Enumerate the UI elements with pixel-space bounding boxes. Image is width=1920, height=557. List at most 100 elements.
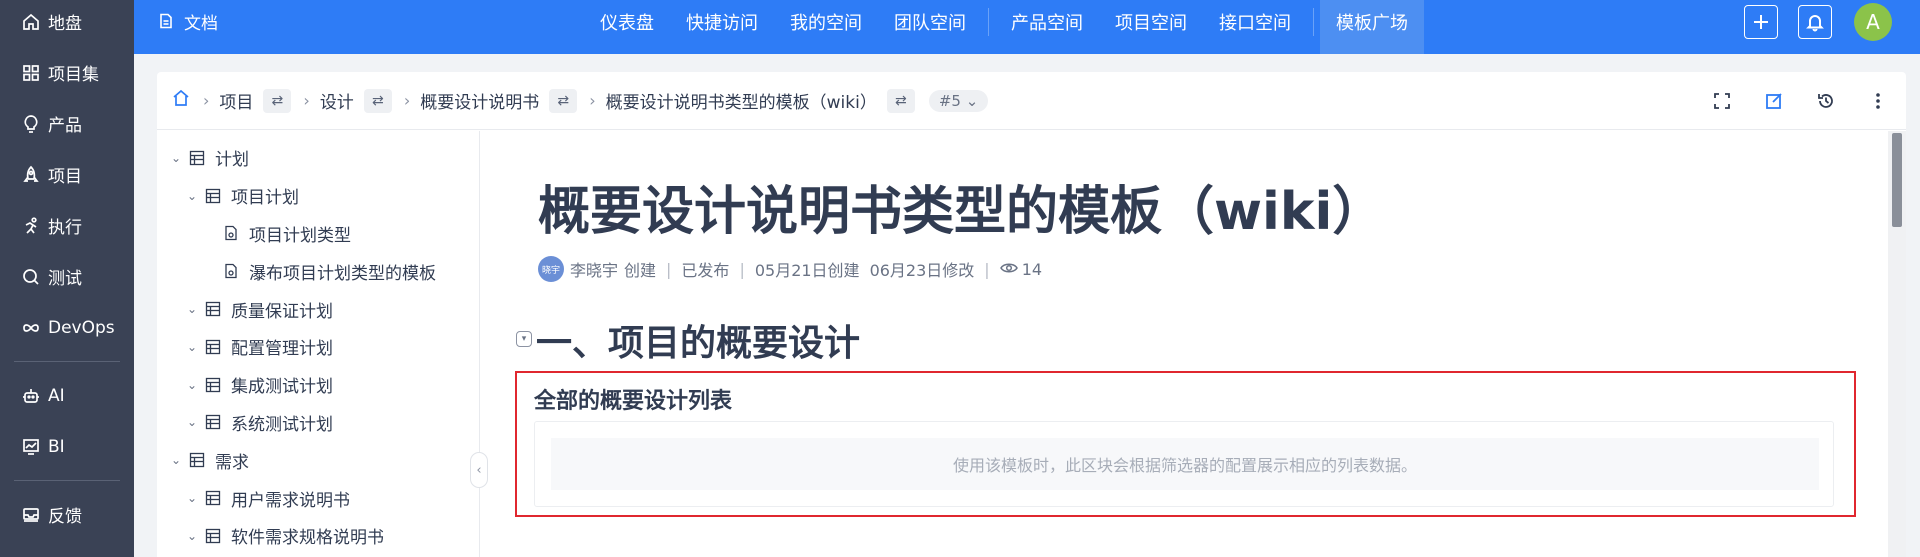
plus-icon [1754, 15, 1768, 29]
home-icon[interactable] [171, 88, 191, 113]
tab-quick-access[interactable]: 快捷访问 [670, 0, 774, 54]
tree-node[interactable]: ⌄ 用户需求说明书 [157, 479, 479, 517]
tree-node[interactable]: ⌄ 质量保证计划 [157, 290, 479, 328]
document-actions [1690, 72, 1906, 130]
tree-node[interactable]: ⌄ 计划 [157, 139, 479, 177]
nav-item-ai[interactable]: AI [0, 370, 134, 421]
switch-icon[interactable]: ⇄ [549, 88, 578, 113]
tab-project-space[interactable]: 项目空间 [1099, 0, 1203, 54]
document-icon [160, 13, 172, 29]
nav-item-product[interactable]: 产品 [0, 98, 134, 149]
chevron-down-icon[interactable]: ⌄ [185, 302, 199, 316]
chevron-down-icon[interactable]: ⌄ [185, 415, 199, 429]
table-icon [189, 150, 205, 166]
tab-my-space[interactable]: 我的空间 [774, 0, 878, 54]
chevron-down-icon[interactable]: ⌄ [185, 378, 199, 392]
breadcrumb-item[interactable]: 项目 [219, 88, 253, 113]
tree-node[interactable]: ⌄ 软件需求规格说明书 [157, 517, 479, 555]
infinity-icon [20, 317, 42, 339]
notifications-button[interactable] [1798, 5, 1832, 39]
author-avatar[interactable]: 晓宇 [538, 256, 564, 282]
nav-item-bi[interactable]: BI [0, 421, 134, 472]
tab-label: 仪表盘 [600, 13, 654, 34]
chevron-down-icon[interactable]: ⌄ [185, 340, 199, 354]
chevron-down-icon[interactable]: ⌄ [185, 189, 199, 203]
nav-label: 项目集 [48, 65, 99, 85]
switch-icon[interactable]: ⇄ [886, 88, 915, 113]
tab-label: 我的空间 [790, 13, 862, 34]
edit-icon [1766, 93, 1782, 109]
vertical-scrollbar[interactable] [1888, 131, 1906, 557]
tab-template-plaza[interactable]: 模板广场 [1320, 0, 1424, 54]
history-button[interactable] [1806, 81, 1846, 121]
nav-item-test[interactable]: 测试 [0, 251, 134, 302]
meta-divider: | [666, 259, 672, 279]
version-selector[interactable]: #5 ⌄ [928, 89, 989, 112]
chevron-right-icon: › [589, 91, 596, 110]
chevron-down-icon[interactable]: ⌄ [169, 453, 183, 467]
scrollbar-thumb[interactable] [1892, 133, 1902, 227]
table-icon [205, 528, 221, 544]
search-icon [20, 266, 42, 288]
chevron-right-icon: › [403, 91, 411, 110]
tree-label: 软件需求规格说明书 [231, 528, 384, 549]
nav-item-feedback[interactable]: 反馈 [0, 489, 134, 540]
feedback-icon [20, 504, 42, 526]
create-button[interactable] [1744, 5, 1778, 39]
nav-item-execution[interactable]: 执行 [0, 200, 134, 251]
nav-item-project[interactable]: 项目 [0, 149, 134, 200]
table-icon [205, 301, 221, 317]
tree-node[interactable]: 项目计划类型 [157, 215, 479, 253]
tab-team-space[interactable]: 团队空间 [878, 0, 982, 54]
modified-date: 06月23日修改 [869, 261, 975, 280]
document-panel: › 项目 ⇄ › 设计 ⇄ › 概要设计说明书 ⇄ › 概要设计说明书类型的模板… [157, 72, 1906, 557]
tree-node[interactable]: ⌄ 配置管理计划 [157, 328, 479, 366]
table-icon [205, 339, 221, 355]
nav-label: 反馈 [48, 507, 82, 527]
table-icon [205, 414, 221, 430]
nav-item-dashboard[interactable]: 地盘 [0, 0, 134, 47]
nav-item-program[interactable]: 项目集 [0, 47, 134, 98]
chevron-down-icon[interactable]: ⌄ [185, 529, 199, 543]
collapse-section-toggle[interactable]: ▾ [516, 331, 532, 347]
nav-divider [14, 480, 120, 481]
meta-divider: | [984, 259, 990, 279]
tree-node[interactable]: 瀑布项目计划类型的模板 [157, 252, 479, 290]
breadcrumb-item[interactable]: 设计 [320, 88, 354, 113]
nav-label: 地盘 [48, 14, 82, 34]
breadcrumb-item[interactable]: 概要设计说明书类型的模板（wiki） [606, 88, 877, 113]
status-label: 已发布 [681, 261, 730, 280]
tab-product-space[interactable]: 产品空间 [995, 0, 1099, 54]
switch-icon[interactable]: ⇄ [263, 88, 292, 113]
nav-item-devops[interactable]: DevOps [0, 302, 134, 353]
user-avatar[interactable]: A [1854, 3, 1892, 41]
block-body: 使用该模板时，此区块会根据筛选器的配置展示相应的列表数据。 [534, 421, 1834, 507]
left-navigation: 地盘 项目集 产品 项目 执行 测试 DevOps AI BI 反馈 [0, 0, 134, 557]
chevron-down-icon[interactable]: ⌄ [185, 491, 199, 505]
author-name[interactable]: 李晓宇 [570, 257, 618, 281]
tab-dashboard[interactable]: 仪表盘 [584, 0, 670, 54]
tree-node[interactable]: ⌄ 集成测试计划 [157, 366, 479, 404]
tree-node[interactable]: ⌄ 项目计划 [157, 177, 479, 215]
nav-divider [988, 8, 989, 36]
document-content: 概要设计说明书类型的模板（wiki） 晓宇 李晓宇 创建 | 已发布 | 05月… [481, 131, 1882, 557]
tree-node[interactable]: ⌄ 系统测试计划 [157, 404, 479, 442]
tree-label: 计划 [215, 150, 249, 171]
list-block[interactable]: 全部的概要设计列表 使用该模板时，此区块会根据筛选器的配置展示相应的列表数据。 [515, 371, 1856, 517]
rocket-icon [20, 164, 42, 186]
more-button[interactable] [1858, 81, 1898, 121]
chevron-down-icon[interactable]: ⌄ [169, 151, 183, 165]
chevron-right-icon: › [303, 91, 310, 110]
switch-icon[interactable]: ⇄ [363, 88, 392, 113]
breadcrumb-item[interactable]: 概要设计说明书 [420, 88, 539, 113]
nav-label: 项目 [48, 167, 82, 187]
nav-divider [14, 361, 120, 362]
tab-api-space[interactable]: 接口空间 [1203, 0, 1307, 54]
edit-button[interactable] [1754, 81, 1794, 121]
tree-node[interactable]: ⌄ 需求 [157, 441, 479, 479]
fullscreen-button[interactable] [1702, 81, 1742, 121]
table-icon [205, 377, 221, 393]
bulb-icon [20, 113, 42, 135]
module-title[interactable]: 文档 [158, 0, 218, 42]
tree-label: 配置管理计划 [231, 339, 333, 360]
